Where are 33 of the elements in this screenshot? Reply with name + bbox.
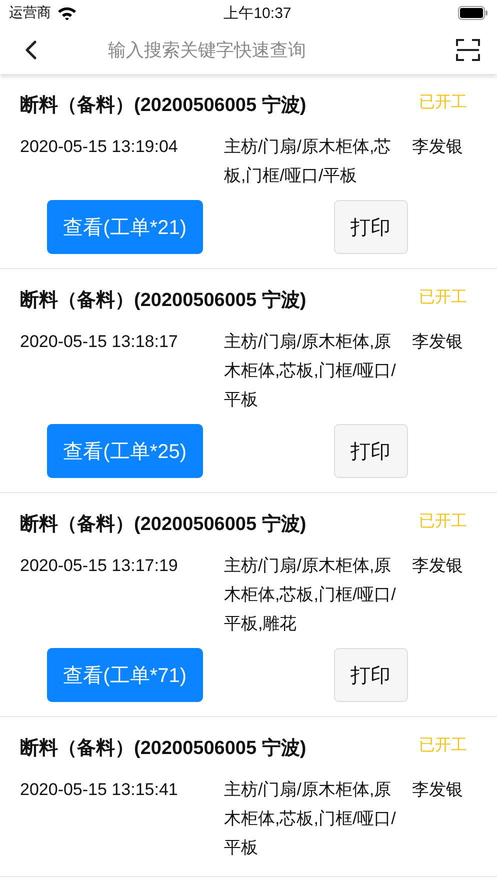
worker-name: 李发银: [412, 779, 463, 801]
status-label: 已开工: [419, 736, 467, 756]
order-time: 2020-05-15 13:15:41: [20, 779, 179, 801]
parts-list: 主枋/门扇/原木柜体,原木柜体,芯板,门框/哑口/平板: [224, 775, 404, 862]
scan-button[interactable]: [455, 37, 481, 63]
order-title: 断料（备料）(20200506005 宁波): [20, 288, 306, 313]
clock-time: 上午10:37: [224, 4, 292, 22]
view-button[interactable]: 查看(工单*25): [47, 424, 202, 478]
parts-list: 主枋/门扇/原木柜体,芯板,门框/哑口/平板: [224, 132, 404, 190]
wifi-icon: [57, 6, 77, 20]
order-time: 2020-05-15 13:18:17: [20, 331, 179, 353]
print-button[interactable]: 打印: [334, 648, 408, 702]
order-title: 断料（备料）(20200506005 宁波): [20, 512, 306, 537]
status-label: 已开工: [419, 288, 467, 308]
parts-list: 主枋/门扇/原木柜体,原木柜体,芯板,门框/哑口/平板,雕花: [224, 551, 404, 638]
view-button[interactable]: 查看(工单*71): [47, 648, 202, 702]
view-button[interactable]: 查看(工单*21): [47, 200, 202, 254]
order-title: 断料（备料）(20200506005 宁波): [20, 736, 306, 761]
battery-icon: [458, 6, 488, 20]
status-label: 已开工: [419, 512, 467, 532]
order-title: 断料（备料）(20200506005 宁波): [20, 94, 306, 118]
search-field[interactable]: 输入搜索关键字快速查询: [38, 38, 455, 62]
worker-name: 李发银: [412, 331, 463, 353]
worker-name: 李发银: [412, 555, 463, 577]
carrier-name: 运营商: [9, 4, 51, 22]
print-button[interactable]: 打印: [334, 424, 408, 478]
order-time: 2020-05-15 13:17:19: [20, 555, 179, 577]
print-button[interactable]: 打印: [334, 200, 408, 254]
status-label: 已开工: [419, 93, 467, 113]
parts-list: 主枋/门扇/原木柜体,原木柜体,芯板,门框/哑口/平板: [224, 327, 404, 414]
worker-name: 李发银: [412, 136, 463, 158]
order-time: 2020-05-15 13:19:04: [20, 136, 179, 158]
back-button[interactable]: [24, 39, 38, 61]
